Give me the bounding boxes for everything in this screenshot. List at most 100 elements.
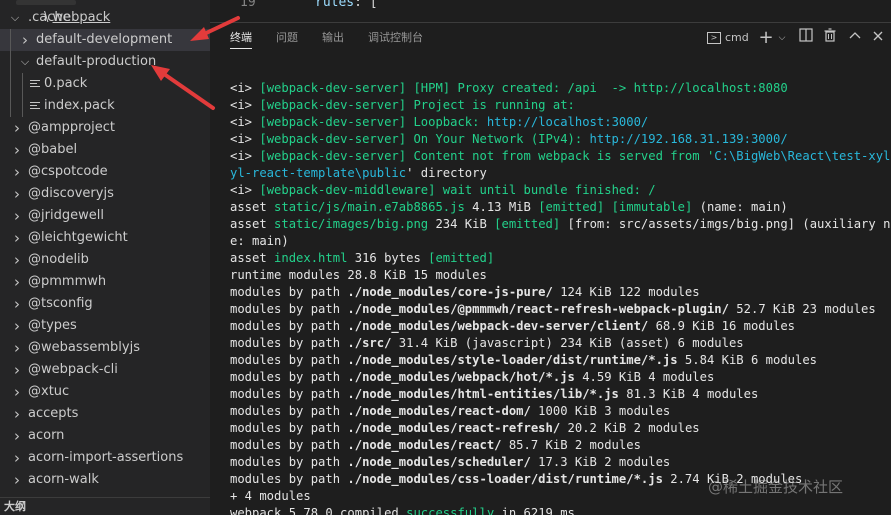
tree-item[interactable]: › @leichtgewicht [0,227,210,249]
chevron-right-icon[interactable]: › [10,249,24,271]
chevron-right-icon[interactable]: › [10,139,24,161]
terminal-selector-label: cmd [725,31,749,44]
tree-item[interactable]: 0.pack [0,73,210,95]
terminal-segment: modules by path [230,319,348,333]
chevron-right-icon[interactable]: › [10,183,24,205]
terminal-line: <i> [webpack-dev-server] Content not fro… [230,148,890,165]
chevron-right-icon[interactable]: › [18,29,32,51]
terminal-segment: asset [230,217,275,231]
terminal-segment: asset [230,200,275,214]
tree-item-label: @babel [28,142,78,157]
tree-item-label: @types [28,318,77,333]
trash-icon[interactable] [822,28,838,48]
chevron-down-icon[interactable]: ⌵ [776,28,788,48]
terminal-segment: [webpack-dev-server] [259,115,407,129]
chevron-right-icon[interactable]: › [10,227,24,249]
tree-item[interactable]: › @nodelib [0,249,210,271]
tree-item[interactable]: ⌵ .cache \ webpack [0,7,210,29]
tree-item[interactable]: ⌵ default-production [0,51,210,73]
terminal-output[interactable]: <i> [webpack-dev-server] [HPM] Proxy cre… [230,80,890,515]
chevron-right-icon[interactable]: › [10,447,24,469]
chevron-right-icon[interactable]: › [10,359,24,381]
tree-item-label: @leichtgewicht [28,230,128,245]
chevron-right-icon[interactable]: › [10,381,24,403]
terminal-segment: <i> [230,183,260,197]
terminal-segment: 81.3 KiB 4 modules [618,387,759,401]
tree-item[interactable]: › @types [0,315,210,337]
code-key: rules [315,0,355,10]
chevron-right-icon[interactable]: › [10,403,24,425]
tree-item[interactable]: › @discoveryjs [0,183,210,205]
compact-folder-tail: \ webpack [44,7,110,29]
terminal-segment: modules by path [230,387,348,401]
terminal-segment: ./node_modules/@pmmmwh/react-refresh-web… [347,302,729,316]
tree-item[interactable]: › default-development [0,29,210,51]
chevron-right-icon[interactable]: › [10,315,24,337]
terminal-segment: 316 bytes [347,251,429,265]
chevron-up-icon[interactable] [847,28,863,48]
terminal-selector[interactable]: > cmd [707,28,749,48]
tree-item[interactable]: › acorn-walk [0,469,210,491]
chevron-right-icon[interactable]: › [10,337,24,359]
close-icon[interactable] [870,28,886,48]
terminal-segment: <i> [230,81,260,95]
chevron-right-icon[interactable]: › [10,469,24,491]
terminal-segment: 234 KiB [428,217,495,231]
terminal-segment: 85.7 KiB 2 modules [501,438,641,452]
tree-item[interactable]: › @ampproject [0,117,210,139]
chevron-right-icon[interactable]: › [10,161,24,183]
tree-item-label: 0.pack [44,76,88,91]
terminal-segment: <i> [230,149,260,163]
indent-guide [10,29,11,51]
watermark: @稀土掘金技术社区 [708,478,844,496]
tree-item-label: acorn-import-assertions [28,450,184,465]
terminal-segment: [webpack-dev-server] [259,81,407,95]
tree-item[interactable]: › @babel [0,139,210,161]
chevron-right-icon[interactable]: › [10,425,24,447]
tab-terminal[interactable]: 终端 [230,23,252,53]
chevron-down-icon[interactable]: ⌵ [8,7,22,29]
tree-item[interactable]: › @webassemblyjs [0,337,210,359]
split-icon[interactable] [798,28,814,48]
code-line: rules: [ [315,0,378,10]
plus-icon[interactable]: + [758,28,774,48]
tree-item[interactable]: › @pmmmwh [0,271,210,293]
terminal-segment: [HPM] Proxy created: /api -> http://loca… [406,81,788,95]
tab-debug-console[interactable]: 调试控制台 [368,23,423,53]
compact-folder-segment[interactable]: webpack [53,10,111,25]
outline-section-header[interactable]: 大纲 [0,497,210,515]
indent-guide [10,95,11,117]
terminal-icon: > [707,32,721,44]
tree-item[interactable]: › acorn-import-assertions [0,447,210,469]
terminal-segment: modules by path [230,438,348,452]
tree-item[interactable]: › acorn [0,425,210,447]
tree-item[interactable]: index.pack [0,95,210,117]
terminal-segment: wait until bundle finished: / [435,183,656,197]
tree-item[interactable]: › accepts [0,403,210,425]
terminal-segment: in 6219 ms [494,506,575,515]
chevron-right-icon[interactable]: › [10,271,24,293]
terminal-segment: 17.3 KiB 2 modules [530,455,671,469]
terminal-segment: On Your Network (IPv4): [406,132,590,146]
code-punct: : [ [354,0,378,10]
terminal-segment: asset [230,251,275,265]
tree-item-label: @jridgewell [28,208,104,223]
chevron-down-icon[interactable]: ⌵ [18,51,32,73]
tree-item[interactable]: › @xtuc [0,381,210,403]
tree-item[interactable]: › @cspotcode [0,161,210,183]
chevron-right-icon[interactable]: › [10,293,24,315]
terminal-segment: 4.13 MiB [464,200,539,214]
terminal-segment: <i> [230,132,260,146]
tree-item[interactable]: › @webpack-cli [0,359,210,381]
tree-item[interactable]: › @jridgewell [0,205,210,227]
chevron-right-icon[interactable]: › [10,205,24,227]
tab-output[interactable]: 输出 [322,23,344,53]
terminal-line: webpack 5.78.0 compiled successfully in … [230,505,890,515]
tab-problems[interactable]: 问题 [276,23,298,53]
terminal-segment: Loopback: [406,115,487,129]
terminal-line: e: main) [230,233,890,250]
tree-item[interactable]: › @tsconfig [0,293,210,315]
terminal-line: modules by path ./node_modules/scheduler… [230,454,890,471]
chevron-right-icon[interactable]: › [10,117,24,139]
terminal-segment: http://localhost:3000/ [486,115,649,129]
